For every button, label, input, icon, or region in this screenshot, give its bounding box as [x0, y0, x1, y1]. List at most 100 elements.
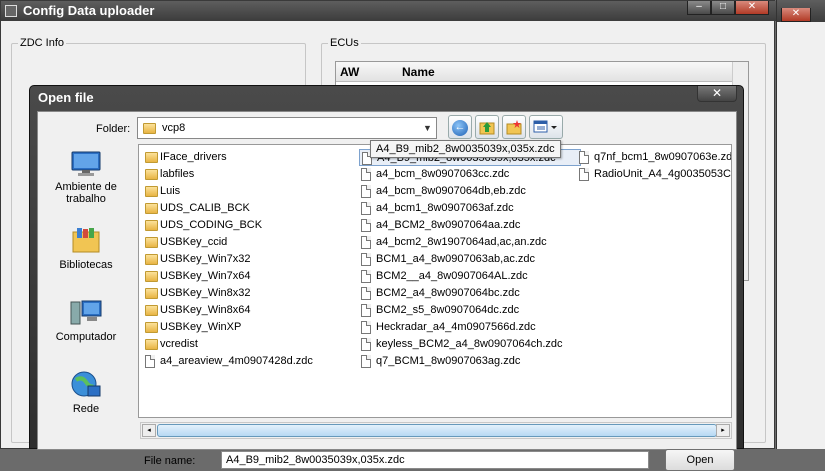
folder-label: Folder:	[96, 123, 131, 135]
file-item[interactable]: a4_bcm1_8w0907063af.zdc	[359, 200, 581, 217]
folder-item[interactable]: IFace_drivers	[143, 149, 353, 166]
view-menu-icon	[533, 120, 557, 133]
scroll-left-arrow-icon[interactable]: ◂	[142, 424, 156, 437]
dialog-close-button[interactable]: ✕	[697, 86, 737, 102]
place-network[interactable]: Rede	[38, 370, 134, 415]
item-label: a4_bcm_8w0907064db,eb.zdc	[376, 185, 526, 197]
new-folder-button[interactable]	[502, 115, 526, 139]
folder-icon	[145, 288, 158, 299]
system-menu-icon[interactable]	[5, 5, 17, 17]
libraries-icon	[72, 228, 100, 253]
item-label: UDS_CALIB_BCK	[160, 202, 250, 214]
item-label: a4_bcm_8w0907063cc.zdc	[376, 168, 510, 180]
place-desktop[interactable]: Ambiente de trabalho	[38, 150, 134, 205]
item-label: USBKey_Win8x64	[160, 304, 251, 316]
open-button[interactable]: Open	[665, 449, 735, 471]
item-label: vcredist	[160, 338, 198, 350]
folder-icon	[145, 254, 158, 265]
item-label: USBKey_Win7x64	[160, 270, 251, 282]
folder-item[interactable]: UDS_CALIB_BCK	[143, 200, 353, 217]
folder-item[interactable]: vcredist	[143, 336, 353, 353]
back-button[interactable]: ←	[448, 115, 472, 139]
place-libraries[interactable]: Bibliotecas	[38, 226, 134, 271]
computer-icon	[70, 300, 102, 325]
item-label: BCM2_a4_8w0907064bc.zdc	[376, 287, 520, 299]
places-bar: Ambiente de trabalho Bibliotecas Computa…	[38, 144, 134, 415]
item-label: USBKey_WinXP	[160, 321, 242, 333]
file-item[interactable]: a4_bcm2_8w1907064ad,ac,an.zdc	[359, 234, 581, 251]
folder-item[interactable]: UDS_CODING_BCK	[143, 217, 353, 234]
item-label: RadioUnit_A4_4g0035053C.zdc	[594, 168, 731, 180]
item-label: a4_bcm2_8w1907064ad,ac,an.zdc	[376, 236, 547, 248]
file-list[interactable]: IFace_drivers labfiles Luis UDS_CALIB_BC…	[138, 144, 732, 418]
folder-icon	[145, 237, 158, 248]
file-list-column-2: A4_B9_mib2_8w0035039x,035x.zdc a4_bcm_8w…	[359, 149, 581, 370]
file-icon	[361, 185, 371, 198]
folder-item[interactable]: labfiles	[143, 166, 353, 183]
file-icon	[361, 321, 371, 334]
folder-icon	[145, 322, 158, 333]
place-libraries-label: Bibliotecas	[59, 259, 113, 271]
folder-icon	[145, 271, 158, 282]
folder-item[interactable]: USBKey_ccid	[143, 234, 353, 251]
file-icon	[361, 355, 371, 368]
view-menu-button[interactable]	[529, 115, 563, 139]
window-title: Config Data uploader	[23, 3, 155, 18]
back-arrow-icon: ←	[452, 120, 468, 136]
folder-icon	[145, 305, 158, 316]
file-icon	[145, 355, 155, 368]
folder-item[interactable]: USBKey_Win8x32	[143, 285, 353, 302]
item-label: USBKey_ccid	[160, 236, 228, 248]
file-item[interactable]: a4_BCM2_8w0907064aa.zdc	[359, 217, 581, 234]
place-computer[interactable]: Computador	[38, 298, 134, 343]
secondary-close-button[interactable]: ✕	[781, 8, 811, 22]
item-label: USBKey_Win7x32	[160, 253, 251, 265]
file-item[interactable]: BCM1_a4_8w0907063ab,ac.zdc	[359, 251, 581, 268]
file-list-column-1: IFace_drivers labfiles Luis UDS_CALIB_BC…	[143, 149, 353, 370]
ecu-table-header: AW Name	[336, 62, 748, 82]
place-desktop-label: Ambiente de trabalho	[55, 181, 117, 205]
file-icon	[361, 168, 371, 181]
column-header-aw[interactable]: AW	[340, 65, 359, 79]
file-item[interactable]: Heckradar_a4_4m0907566d.zdc	[359, 319, 581, 336]
item-label: BCM2_s5_8w0907064dc.zdc	[376, 304, 520, 316]
folder-item[interactable]: USBKey_Win7x32	[143, 251, 353, 268]
chevron-down-icon[interactable]: ▼	[419, 118, 436, 138]
file-item[interactable]: q7nf_bcm1_8w0907063e.zdc	[577, 149, 731, 166]
file-icon	[361, 338, 371, 351]
column-header-name[interactable]: Name	[402, 65, 435, 79]
item-label: UDS_CODING_BCK	[160, 219, 263, 231]
file-item[interactable]: RadioUnit_A4_4g0035053C.zdc	[577, 166, 731, 183]
up-one-level-button[interactable]	[475, 115, 499, 139]
place-computer-label: Computador	[55, 331, 117, 343]
scrollbar-thumb[interactable]	[157, 424, 717, 437]
item-label: IFace_drivers	[160, 151, 227, 163]
file-item[interactable]: a4_bcm_8w0907063cc.zdc	[359, 166, 581, 183]
item-label: q7_BCM1_8w0907063ag.zdc	[376, 355, 521, 367]
folder-item[interactable]: USBKey_Win8x64	[143, 302, 353, 319]
folder-dropdown[interactable]: vcp8 ▼	[137, 117, 437, 139]
folder-item[interactable]: USBKey_WinXP	[143, 319, 353, 336]
filename-label: File name:	[144, 455, 196, 467]
file-item[interactable]: BCM2_a4_8w0907064bc.zdc	[359, 285, 581, 302]
folder-icon	[145, 186, 158, 197]
file-item[interactable]: q7_BCM1_8w0907063ag.zdc	[359, 353, 581, 370]
folder-item[interactable]: USBKey_Win7x64	[143, 268, 353, 285]
file-item[interactable]: a4_areaview_4m0907428d.zdc	[143, 353, 353, 370]
file-item[interactable]: keyless_BCM2_a4_8w0907064ch.zdc	[359, 336, 581, 353]
secondary-window: ✕	[776, 0, 825, 449]
minimize-button[interactable]: –	[687, 1, 711, 15]
file-item[interactable]: BCM2__a4_8w0907064AL.zdc	[359, 268, 581, 285]
item-label: a4_bcm1_8w0907063af.zdc	[376, 202, 514, 214]
scroll-right-arrow-icon[interactable]: ▸	[716, 424, 730, 437]
folder-item[interactable]: Luis	[143, 183, 353, 200]
new-folder-icon	[506, 120, 522, 135]
file-icon	[579, 168, 589, 181]
filename-field[interactable]	[221, 451, 649, 469]
file-item[interactable]: BCM2_s5_8w0907064dc.zdc	[359, 302, 581, 319]
close-button[interactable]: ✕	[735, 1, 769, 15]
folder-value: vcp8	[162, 122, 186, 134]
maximize-button[interactable]: □	[711, 1, 735, 15]
file-list-horizontal-scrollbar[interactable]: ◂ ▸	[140, 422, 732, 439]
file-item[interactable]: a4_bcm_8w0907064db,eb.zdc	[359, 183, 581, 200]
